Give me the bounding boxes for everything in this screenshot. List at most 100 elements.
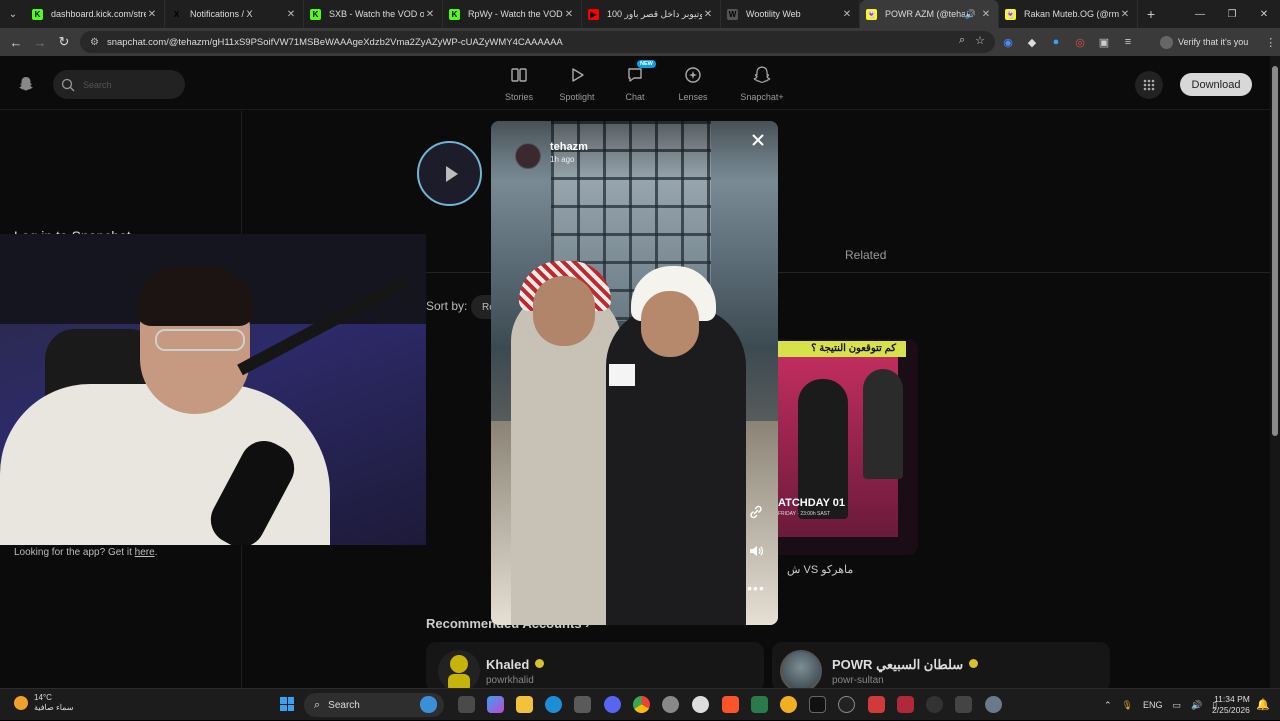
snapchat-search-input[interactable]: Search <box>53 70 185 99</box>
app-icon[interactable] <box>926 696 943 713</box>
app-icon[interactable] <box>780 696 797 713</box>
app-icon[interactable] <box>662 696 679 713</box>
tab-close-icon[interactable]: ✕ <box>285 9 297 20</box>
url-bar[interactable]: ⚙ snapchat.com/@tehazm/gH11xS9PSoifVW71M… <box>80 31 995 53</box>
close-icon[interactable] <box>749 131 767 149</box>
tab-search-icon[interactable]: ⌄ <box>0 0 26 28</box>
spotlight-thumbnail[interactable]: كم تتوقعون النتيجة ؟ ATCHDAY 01 FRIDAY ·… <box>778 339 918 555</box>
tray-mic-icon[interactable]: 🎙 <box>1122 700 1133 711</box>
profile-button[interactable]: Verify that it's you ⋮ <box>1160 33 1276 51</box>
tab-related[interactable]: Related <box>845 248 886 262</box>
tab-close-icon[interactable]: ✕ <box>146 9 158 20</box>
story-username[interactable]: tehazm <box>550 141 588 153</box>
profile-avatar-icon <box>1160 35 1173 49</box>
nav-stories[interactable]: Stories <box>490 64 548 102</box>
tiktok-icon[interactable] <box>809 696 826 713</box>
account-card[interactable]: POWR سلطان السبيعي powr-sultan <box>772 642 1110 688</box>
edge-icon[interactable] <box>545 696 562 713</box>
reload-icon[interactable]: ↻ <box>52 28 76 56</box>
forward-icon[interactable]: → <box>28 28 52 56</box>
page-scrollbar[interactable] <box>1270 56 1280 688</box>
brave-icon[interactable] <box>722 696 739 713</box>
app-icon[interactable] <box>751 696 768 713</box>
story-viewer[interactable]: tehazm 1h ago ••• <box>491 121 778 625</box>
extension-shield-icon[interactable]: ● <box>1048 34 1064 50</box>
site-info-icon[interactable]: ⚙ <box>90 37 99 48</box>
more-options-icon[interactable]: ••• <box>747 579 765 597</box>
thumbnail-caption[interactable]: ماهركو VS ش <box>787 563 853 576</box>
extension-chat-icon[interactable]: ◆ <box>1024 34 1040 50</box>
profile-story-avatar[interactable] <box>417 141 482 206</box>
media-control-icon[interactable]: ≡ <box>1120 34 1136 50</box>
app-icon[interactable] <box>692 696 709 713</box>
back-icon[interactable]: ← <box>4 28 28 56</box>
nav-chat[interactable]: NEW Chat <box>606 60 664 102</box>
extensions-puzzle-icon[interactable]: ▣ <box>1096 34 1112 50</box>
tab-close-icon[interactable]: ✕ <box>980 9 992 20</box>
tab-audio-icon[interactable]: 🔊 <box>965 9 976 20</box>
volume-icon[interactable]: 🔊 <box>1191 700 1202 711</box>
account-handle: powr-sultan <box>832 675 884 686</box>
browser-tab[interactable]: X Notifications / X ✕ <box>165 0 304 28</box>
tab-close-icon[interactable]: ✕ <box>563 9 575 20</box>
time: 11:34 PM <box>1214 694 1250 704</box>
file-explorer-icon[interactable] <box>516 696 533 713</box>
browser-tab[interactable]: K SXB - Watch the VOD on ✕ <box>304 0 443 28</box>
story-author-avatar[interactable] <box>515 143 541 169</box>
chrome-icon[interactable] <box>633 696 650 713</box>
tab-close-icon[interactable]: ✕ <box>1119 9 1131 20</box>
widget-app-icon[interactable] <box>420 696 437 713</box>
app-icon[interactable] <box>955 696 972 713</box>
start-windows-icon[interactable] <box>280 697 294 711</box>
app-icon[interactable] <box>868 696 885 713</box>
snapchat-ghost-icon[interactable] <box>18 76 34 92</box>
notification-bell-icon[interactable]: 🔔 <box>1256 698 1270 712</box>
browser-tab[interactable]: Kdashboard.kick.com/stream✕ <box>26 0 165 28</box>
avatar <box>438 650 480 688</box>
weather-widget[interactable]: 14°C سماء صافية <box>14 693 74 713</box>
store-icon[interactable] <box>574 696 591 713</box>
nav-spotlight[interactable]: Spotlight <box>548 64 606 102</box>
browser-tab[interactable]: 👻 POWR AZM (@tehazm🔊 ✕ <box>860 0 999 28</box>
zoom-icon[interactable]: ⌕ <box>959 34 965 47</box>
wifi-icon[interactable]: ▭ <box>1173 700 1182 711</box>
close-window-icon[interactable]: ✕ <box>1248 0 1280 28</box>
task-view-icon[interactable] <box>458 696 475 713</box>
app-icon[interactable] <box>897 696 914 713</box>
tab-close-icon[interactable]: ✕ <box>841 9 853 20</box>
account-card[interactable]: Khaled powrkhalid <box>426 642 764 688</box>
extension-red-icon[interactable]: ◎ <box>1072 34 1088 50</box>
tab-close-icon[interactable]: ✕ <box>702 9 714 20</box>
extension-audio-icon[interactable]: ◉ <box>1000 34 1016 50</box>
system-tray: ⌃ 🎙 ENG ▭ 🔊 ▯ <box>1104 689 1217 721</box>
settings-icon[interactable] <box>985 696 1002 713</box>
new-tab-button[interactable]: + <box>1138 6 1164 22</box>
minimize-icon[interactable]: — <box>1184 0 1216 28</box>
language-indicator[interactable]: ENG <box>1143 700 1163 710</box>
app-hint-link[interactable]: here <box>135 547 155 558</box>
sound-icon[interactable] <box>747 542 765 560</box>
tray-chevron-icon[interactable]: ⌃ <box>1104 700 1112 711</box>
browser-tab[interactable]: ▶ 100 يوتيوبر داخل قصر باور ✕ <box>582 0 721 28</box>
app-icon[interactable] <box>838 696 855 713</box>
nav-snapchat-plus[interactable]: Snapchat+ <box>722 64 802 102</box>
tab-favicon-icon: X <box>171 8 182 20</box>
link-icon[interactable] <box>747 503 765 521</box>
clock[interactable]: 11:34 PM 2/25/2026 <box>1212 694 1250 716</box>
apps-grid-button[interactable] <box>1135 71 1163 99</box>
story-timestamp: 1h ago <box>550 155 575 164</box>
discord-icon[interactable] <box>604 696 621 713</box>
restore-icon[interactable]: ❐ <box>1216 0 1248 28</box>
tab-favicon-icon: K <box>32 8 43 20</box>
browser-tab[interactable]: 👻 Rakan Muteb.OG (@rms ✕ <box>999 0 1138 28</box>
nav-lenses[interactable]: Lenses <box>664 64 722 102</box>
browser-tab[interactable]: W Wootility Web ✕ <box>721 0 860 28</box>
bookmark-star-icon[interactable]: ☆ <box>975 34 985 47</box>
thumbnail-banner: كم تتوقعون النتيجة ؟ <box>778 341 906 357</box>
browser-menu-icon[interactable]: ⋮ <box>1265 36 1276 49</box>
scrollbar-thumb[interactable] <box>1272 66 1278 436</box>
tab-close-icon[interactable]: ✕ <box>424 9 436 20</box>
copilot-icon[interactable] <box>487 696 504 713</box>
browser-tab[interactable]: K RpWy - Watch the VOD on✕ <box>443 0 582 28</box>
download-button[interactable]: Download <box>1180 73 1252 96</box>
